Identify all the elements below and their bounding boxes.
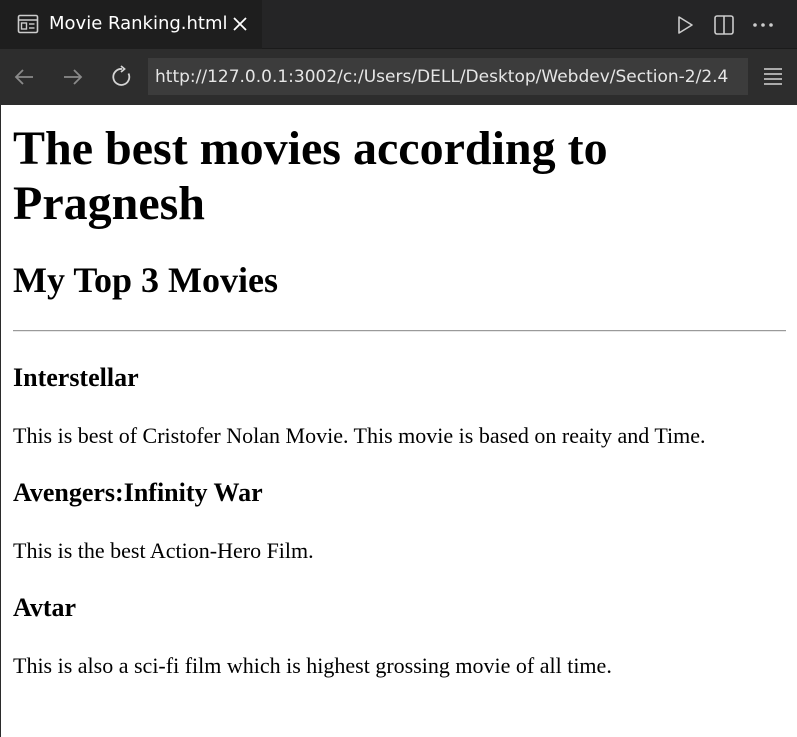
close-icon[interactable]: [231, 15, 249, 33]
movie-description: This is also a sci-fi film which is high…: [13, 653, 612, 678]
forward-icon[interactable]: [61, 65, 85, 89]
more-icon[interactable]: [750, 13, 776, 37]
movie-title: Avtar: [13, 593, 77, 622]
movie-title: Interstellar: [13, 363, 139, 392]
movie-description: This is the best Action-Hero Film.: [13, 538, 314, 563]
tab-title: Movie Ranking.html: [49, 13, 228, 34]
url-text: http://127.0.0.1:3002/c:/Users/DELL/Desk…: [155, 67, 729, 87]
movie-title: Avengers:Infinity War: [13, 478, 263, 507]
back-icon[interactable]: [12, 65, 36, 89]
section-heading: My Top 3 Movies: [13, 260, 279, 300]
divider: [13, 330, 786, 332]
address-bar[interactable]: http://127.0.0.1:3002/c:/Users/DELL/Desk…: [148, 58, 748, 95]
movie-description: This is best of Cristofer Nolan Movie. T…: [13, 423, 706, 448]
menu-icon[interactable]: [763, 66, 783, 86]
page-content: The best movies according to Pragnesh My…: [1, 105, 797, 737]
split-editor-icon[interactable]: [713, 13, 735, 37]
tab-movie-ranking[interactable]: Movie Ranking.html: [0, 0, 262, 49]
reload-icon[interactable]: [110, 65, 134, 89]
tab-bar: Movie Ranking.html: [0, 0, 797, 49]
navigation-bar: http://127.0.0.1:3002/c:/Users/DELL/Desk…: [0, 49, 797, 105]
run-icon[interactable]: [674, 13, 696, 37]
preview-icon: [17, 14, 39, 34]
page-title: The best movies according to Pragnesh: [13, 122, 608, 230]
